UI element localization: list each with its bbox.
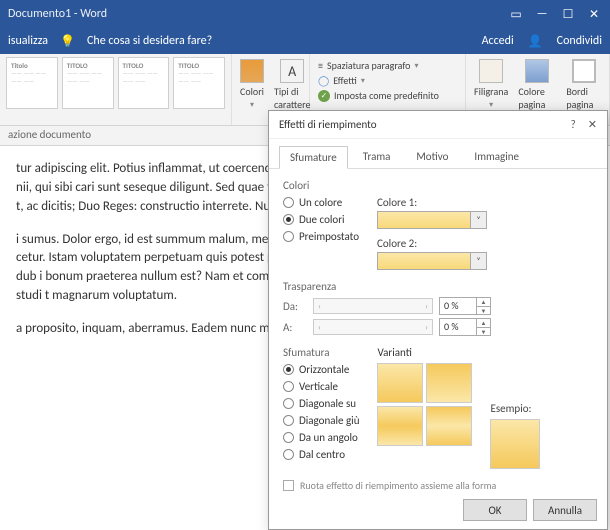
lightbulb-icon: 💡	[60, 34, 75, 49]
variant-cell[interactable]	[377, 363, 423, 403]
colors-fieldset: Colori Un colore Due colori Preimpostato…	[283, 179, 593, 270]
set-default-button[interactable]: ✓Imposta come predefinito	[318, 89, 457, 102]
radio-vertical[interactable]: Verticale	[283, 380, 359, 393]
close-icon[interactable]: ✕	[586, 7, 602, 22]
transparency-from-spinner[interactable]: 0 %▲▼	[439, 297, 491, 315]
fill-effects-dialog: Effetti di riempimento ? ✕ Sfumature Tra…	[268, 110, 608, 530]
signin-link[interactable]: Accedi	[482, 34, 514, 48]
theme-thumb[interactable]: Titolo—— —— —— —— ——	[6, 57, 58, 109]
variant-cell[interactable]	[426, 406, 472, 446]
theme-thumb[interactable]: TITOLO—— —— —— —— ——	[62, 57, 114, 109]
share-icon: 👤	[528, 34, 543, 49]
transparency-to-spinner[interactable]: 0 %▲▼	[439, 318, 491, 336]
share-button[interactable]: Condividi	[557, 34, 602, 48]
example-swatch	[490, 419, 540, 469]
shade-fieldset: Sfumatura Orizzontale Verticale Diagonal…	[283, 346, 359, 461]
transparency-to-slider[interactable]: ‹›	[313, 319, 433, 335]
transparency-from-slider[interactable]: ‹›	[313, 298, 433, 314]
variant-cell[interactable]	[426, 363, 472, 403]
example-preview: Esempio:	[490, 402, 540, 471]
variant-cell[interactable]	[377, 406, 423, 446]
help-icon[interactable]: ?	[571, 118, 576, 131]
view-tab[interactable]: isualizza	[8, 34, 48, 48]
radio-preset[interactable]: Preimpostato	[283, 230, 359, 243]
color2-label: Colore 2:	[377, 237, 487, 250]
color1-label: Colore 1:	[377, 196, 487, 209]
ribbon-tabs: isualizza 💡 Che cosa si desidera fare? A…	[0, 28, 610, 54]
tab-picture[interactable]: Immagine	[463, 145, 530, 168]
color1-dropdown[interactable]: ˅	[377, 211, 487, 229]
radio-diagonal-down[interactable]: Diagonale giù	[283, 414, 359, 427]
minimize-icon[interactable]: —	[534, 7, 550, 22]
title-bar: Documento1 - Word ▭ — ☐ ✕	[0, 0, 610, 28]
tell-me-input[interactable]: Che cosa si desidera fare?	[87, 34, 212, 48]
transparency-fieldset: Trasparenza Da: ‹› 0 %▲▼ A: ‹› 0 %▲▼	[283, 280, 593, 336]
radio-from-corner[interactable]: Da un angolo	[283, 431, 359, 444]
tab-texture[interactable]: Trama	[352, 145, 402, 168]
radio-horizontal[interactable]: Orizzontale	[283, 363, 359, 376]
dialog-tabs: Sfumature Trama Motivo Immagine	[269, 139, 607, 169]
document-formatting-group: Titolo—— —— —— —— —— TITOLO—— —— —— —— —…	[0, 54, 232, 125]
document-title: Documento1 - Word	[8, 7, 107, 21]
close-icon[interactable]: ✕	[588, 118, 597, 131]
paragraph-spacing-button[interactable]: ≡Spaziatura paragrafo▾	[318, 59, 457, 72]
radio-diagonal-up[interactable]: Diagonale su	[283, 397, 359, 410]
effects-button[interactable]: ◯Effetti▾	[318, 74, 457, 87]
radio-one-color[interactable]: Un colore	[283, 196, 359, 209]
radio-from-center[interactable]: Dal centro	[283, 448, 359, 461]
ok-button[interactable]: OK	[463, 499, 527, 521]
theme-thumb[interactable]: TITOLO—— —— —— —— ——	[173, 57, 225, 109]
maximize-icon[interactable]: ☐	[560, 7, 576, 22]
rotate-with-shape-checkbox[interactable]: Ruota effetto di riempimento assieme all…	[283, 479, 593, 492]
variants-fieldset: Varianti	[377, 346, 472, 471]
ribbon-display-icon[interactable]: ▭	[508, 7, 524, 22]
tab-gradient[interactable]: Sfumature	[279, 146, 348, 169]
tab-pattern[interactable]: Motivo	[405, 145, 459, 168]
cancel-button[interactable]: Annulla	[533, 499, 597, 521]
dialog-title: Effetti di riempimento	[279, 118, 377, 131]
colors-button[interactable]: Colori▾	[238, 57, 266, 125]
color2-dropdown[interactable]: ˅	[377, 252, 487, 270]
dialog-titlebar: Effetti di riempimento ? ✕	[269, 111, 607, 139]
radio-two-color[interactable]: Due colori	[283, 213, 359, 226]
theme-thumb[interactable]: TITOLO—— —— —— —— ——	[118, 57, 170, 109]
